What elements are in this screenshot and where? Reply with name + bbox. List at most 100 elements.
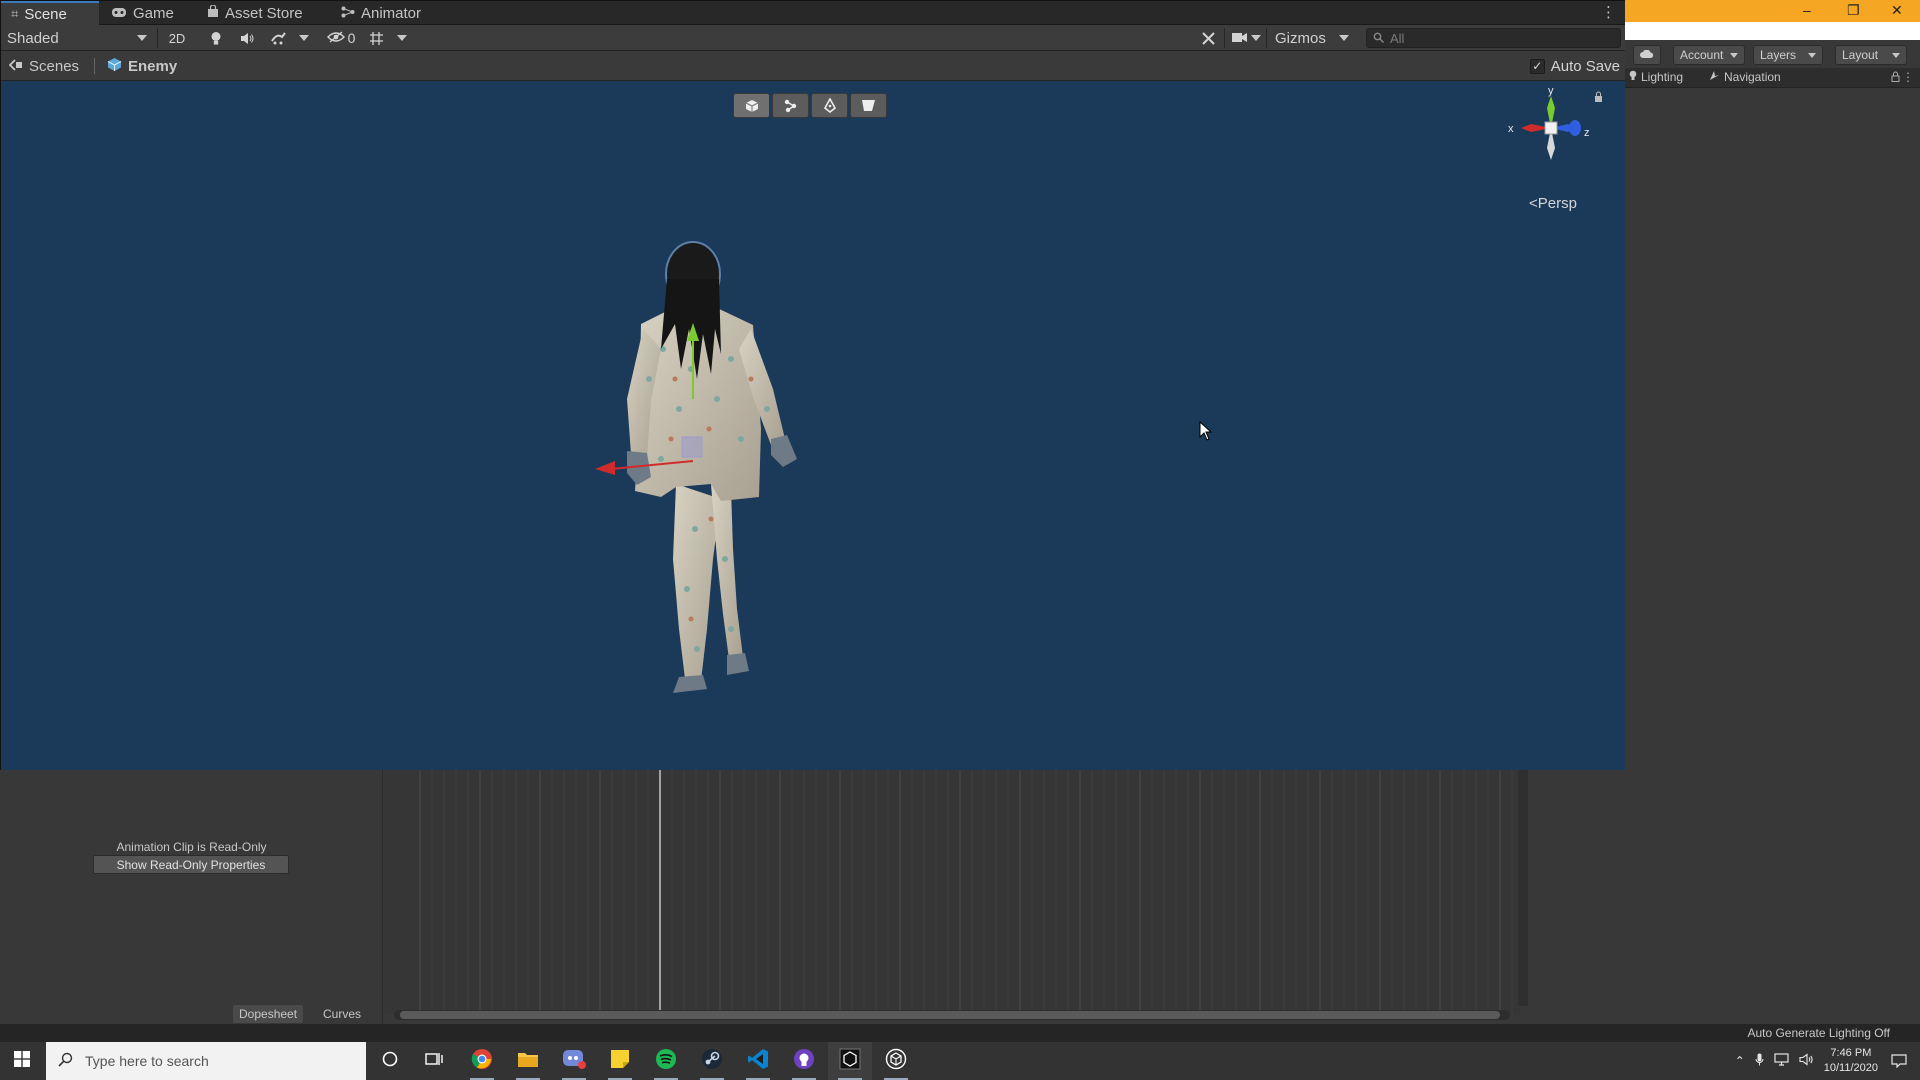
bones-tool-icon[interactable] bbox=[772, 93, 809, 118]
breadcrumb-prefab[interactable]: Enemy bbox=[107, 51, 177, 81]
editing-tools bbox=[733, 93, 887, 118]
file-explorer-icon bbox=[517, 1050, 539, 1073]
breadcrumb-prefab-label: Enemy bbox=[128, 57, 178, 75]
lighting-toggle-icon[interactable] bbox=[204, 27, 228, 49]
auto-save-checkbox[interactable]: ✓ bbox=[1529, 58, 1545, 74]
discord-button[interactable] bbox=[552, 1042, 596, 1080]
microphone-icon[interactable] bbox=[1755, 1053, 1764, 1069]
taskbar-search-input[interactable]: Type here to search bbox=[46, 1042, 366, 1080]
spotify-icon bbox=[655, 1048, 677, 1075]
projection-toggle[interactable]: <Persp bbox=[1529, 195, 1577, 212]
animation-window: Animation Clip is Read-Only Show Read-On… bbox=[0, 770, 1625, 1024]
scene-viewport[interactable]: y x z <Persp bbox=[1, 81, 1626, 771]
tab-navigation[interactable]: Navigation bbox=[1709, 70, 1781, 84]
restore-icon[interactable]: ❐ bbox=[1847, 2, 1860, 19]
prefab-icon bbox=[107, 57, 122, 76]
animator-icon bbox=[341, 6, 355, 21]
breadcrumb-scenes[interactable]: Scenes bbox=[8, 51, 79, 81]
spotify-button[interactable] bbox=[644, 1042, 688, 1080]
tab-scene[interactable]: ⌗ Scene bbox=[1, 1, 99, 25]
unity-button[interactable] bbox=[874, 1042, 918, 1080]
divider bbox=[1266, 28, 1267, 48]
network-icon[interactable] bbox=[1774, 1053, 1789, 1069]
notification-center-icon[interactable] bbox=[1888, 1050, 1910, 1072]
tab-label: Scene bbox=[24, 5, 67, 23]
unity-hub-button[interactable] bbox=[828, 1042, 872, 1080]
windows-taskbar: Type here to search ⌃ 7:46 PM 10/11/2020 bbox=[0, 1042, 1920, 1080]
tab-label: Animator bbox=[361, 4, 422, 22]
gizmos-dropdown[interactable]: Gizmos bbox=[1269, 27, 1355, 49]
scene-search-input[interactable]: All bbox=[1366, 28, 1621, 48]
animation-view-tabs: Dopesheet Curves bbox=[0, 1004, 383, 1024]
grid-snap-icon[interactable] bbox=[365, 27, 387, 49]
github-desktop-button[interactable] bbox=[782, 1042, 826, 1080]
shape-tool-icon[interactable] bbox=[850, 93, 887, 118]
gizmo-lock-icon[interactable] bbox=[1595, 91, 1602, 102]
tab-curves[interactable]: Curves bbox=[317, 1005, 367, 1023]
toggle-2d-button[interactable]: 2D bbox=[163, 27, 191, 49]
layers-dropdown[interactable]: Layers bbox=[1753, 45, 1823, 65]
tab-animator[interactable]: Animator bbox=[331, 1, 431, 25]
tab-label: Navigation bbox=[1724, 70, 1781, 84]
enemy-character-model[interactable] bbox=[591, 229, 841, 699]
cloud-button[interactable] bbox=[1633, 45, 1661, 65]
vertical-scrollbar[interactable] bbox=[1518, 770, 1528, 1006]
cortana-button[interactable] bbox=[368, 1042, 412, 1080]
dopesheet-timeline[interactable] bbox=[384, 770, 1521, 1014]
inspector-tabs: Lighting Navigation ⋮ bbox=[1625, 68, 1920, 88]
camera-dropdown[interactable] bbox=[1229, 27, 1263, 49]
unity-hub-icon bbox=[839, 1048, 861, 1075]
chrome-button[interactable] bbox=[460, 1042, 504, 1080]
start-button[interactable] bbox=[0, 1042, 44, 1080]
gamepad-icon bbox=[111, 6, 127, 21]
sticky-notes-button[interactable] bbox=[598, 1042, 642, 1080]
show-readonly-properties-button[interactable]: Show Read-Only Properties bbox=[93, 855, 289, 874]
audio-toggle-icon[interactable] bbox=[235, 27, 259, 49]
steam-button[interactable] bbox=[690, 1042, 734, 1080]
effects-dropdown[interactable] bbox=[296, 27, 312, 49]
lock-icon[interactable] bbox=[1891, 71, 1900, 85]
grid-dropdown[interactable] bbox=[394, 27, 410, 49]
box-tool-icon[interactable] bbox=[733, 93, 770, 118]
chevron-up-icon[interactable]: ⌃ bbox=[1735, 1054, 1745, 1068]
status-bar: Auto Generate Lighting Off bbox=[0, 1024, 1920, 1042]
tab-dopesheet[interactable]: Dopesheet bbox=[233, 1005, 304, 1023]
clock-time: 7:46 PM bbox=[1830, 1047, 1872, 1059]
tab-asset-store[interactable]: Asset Store bbox=[197, 1, 313, 25]
scene-window: ⌗ Scene Game Asset Store Animator ⋮ Shad… bbox=[0, 0, 1626, 771]
volume-icon[interactable] bbox=[1799, 1053, 1814, 1069]
scrollbar-thumb[interactable] bbox=[400, 1011, 1500, 1019]
more-options-icon[interactable]: ⋮ bbox=[1601, 3, 1616, 21]
minimize-icon[interactable]: – bbox=[1803, 2, 1811, 18]
auto-save-toggle[interactable]: ✓ Auto Save bbox=[1529, 51, 1620, 81]
vscode-button[interactable] bbox=[736, 1042, 780, 1080]
search-placeholder: All bbox=[1390, 30, 1405, 46]
axis-y-label: y bbox=[1548, 86, 1554, 97]
mouse-cursor-icon bbox=[1199, 421, 1213, 441]
persp-label: Persp bbox=[1537, 195, 1577, 212]
layers-label: Layers bbox=[1760, 48, 1797, 62]
taskbar-clock[interactable]: 7:46 PM 10/11/2020 bbox=[1824, 1046, 1878, 1076]
status-text: Auto Generate Lighting Off bbox=[1747, 1026, 1890, 1040]
tools-icon[interactable] bbox=[1196, 27, 1220, 49]
tab-label: Asset Store bbox=[225, 4, 303, 22]
scene-visibility-toggle[interactable]: 0 bbox=[321, 27, 361, 49]
discord-icon bbox=[562, 1048, 586, 1075]
task-view-button[interactable] bbox=[412, 1042, 456, 1080]
vscode-icon bbox=[747, 1048, 769, 1075]
horizontal-scrollbar[interactable] bbox=[394, 1010, 1510, 1020]
effects-toggle-icon[interactable] bbox=[266, 27, 292, 49]
close-icon[interactable]: ✕ bbox=[1891, 2, 1903, 19]
panel-background bbox=[1530, 770, 1625, 1024]
file-explorer-button[interactable] bbox=[506, 1042, 550, 1080]
tab-lighting[interactable]: Lighting bbox=[1629, 70, 1683, 84]
editor-tab-strip: ⌗ Scene Game Asset Store Animator ⋮ bbox=[1, 1, 1626, 25]
draw-mode-dropdown[interactable]: Shaded bbox=[1, 27, 153, 49]
account-dropdown[interactable]: Account bbox=[1673, 45, 1745, 65]
taskbar-search-placeholder: Type here to search bbox=[85, 1053, 209, 1069]
layout-dropdown[interactable]: Layout bbox=[1835, 45, 1907, 65]
pen-tool-icon[interactable] bbox=[811, 93, 848, 118]
tab-game[interactable]: Game bbox=[101, 1, 184, 25]
orientation-gizmo[interactable]: y x z bbox=[1496, 86, 1606, 186]
more-options-icon[interactable]: ⋮ bbox=[1902, 70, 1914, 84]
